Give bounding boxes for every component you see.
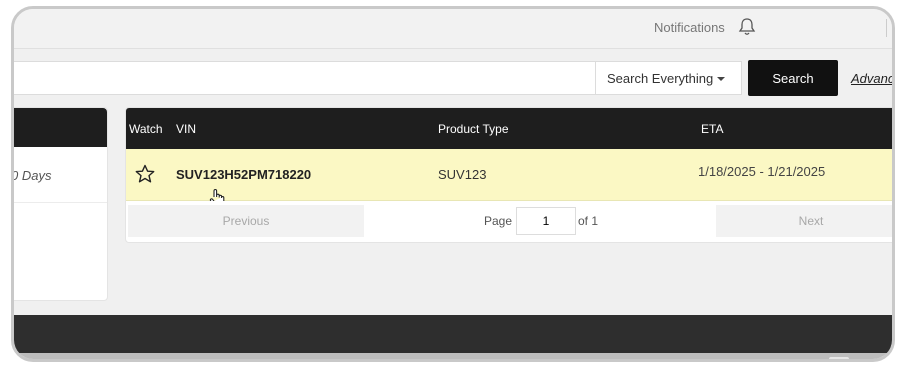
search-bar: Search Everything Search Advanced xyxy=(14,50,892,102)
search-input[interactable] xyxy=(14,61,596,95)
search-scope-value: Search Everything xyxy=(607,70,714,86)
notifications-link[interactable]: Notifications xyxy=(654,20,725,35)
filter-panel: 0 Days xyxy=(14,107,108,301)
column-header-product-type[interactable]: Product Type xyxy=(438,122,509,136)
app-frame: Notifications Search Everything Search A… xyxy=(11,6,895,362)
top-header: Notifications xyxy=(14,9,892,49)
filter-divider xyxy=(14,202,107,203)
table-header: Watch VIN Product Type ETA xyxy=(126,108,892,149)
search-button[interactable]: Search xyxy=(748,60,838,96)
scrollbar-thumb[interactable] xyxy=(829,357,849,359)
caret-down-icon xyxy=(717,77,725,81)
filter-panel-header xyxy=(14,108,107,147)
search-scope-select[interactable]: Search Everything xyxy=(595,61,742,95)
results-table: Watch VIN Product Type ETA SUV123H52PM71… xyxy=(125,107,892,243)
page-number-input[interactable] xyxy=(516,207,576,235)
product-type-cell: SUV123 xyxy=(438,167,487,182)
footer-bar xyxy=(14,315,892,353)
column-header-eta[interactable]: ETA xyxy=(701,122,723,136)
vin-cell[interactable]: SUV123H52PM718220 xyxy=(176,167,311,182)
bottom-strip xyxy=(14,353,892,359)
column-header-vin[interactable]: VIN xyxy=(176,122,196,136)
header-divider xyxy=(886,19,887,37)
page-label: Page xyxy=(484,214,513,228)
advanced-search-link[interactable]: Advanced xyxy=(851,71,892,86)
star-icon[interactable] xyxy=(135,164,155,184)
pagination: Previous Page of 1 Next xyxy=(126,201,892,239)
next-page-button[interactable]: Next xyxy=(716,205,892,237)
eta-cell: 1/18/2025 - 1/21/2025 xyxy=(698,164,826,179)
bell-icon[interactable] xyxy=(738,17,756,37)
previous-page-button[interactable]: Previous xyxy=(128,205,364,237)
column-header-watch[interactable]: Watch xyxy=(129,122,163,136)
page-total-label: of 1 xyxy=(578,214,599,228)
filter-option[interactable]: 0 Days xyxy=(14,168,51,183)
table-row[interactable]: SUV123H52PM718220 SUV123 1/18/2025 - 1/2… xyxy=(126,149,892,208)
